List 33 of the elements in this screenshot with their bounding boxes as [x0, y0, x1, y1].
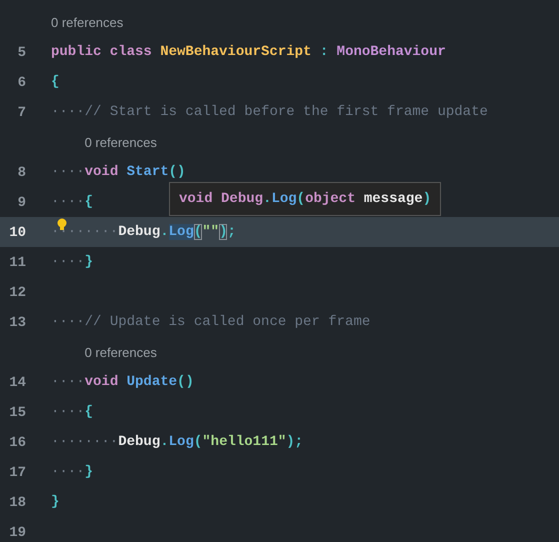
line-number: 9	[18, 195, 26, 211]
line-number: 16	[9, 435, 26, 451]
line-number: 13	[9, 315, 26, 331]
code-line: ····}	[51, 463, 94, 482]
line-number: 15	[9, 405, 26, 421]
line-number: 6	[18, 75, 26, 91]
codelens-link[interactable]: 0 references	[51, 14, 124, 30]
code-line: ········Debug.Log("hello111");	[51, 433, 304, 452]
line-number: 11	[9, 255, 26, 271]
code-line: ········Debug.Log("");	[51, 223, 236, 242]
line-number: 14	[9, 375, 26, 391]
code-line: ····{	[51, 193, 94, 212]
signature-tooltip: void Debug.Log(object message)	[169, 182, 442, 216]
code-line: ····{	[51, 403, 94, 422]
line-number: 7	[18, 105, 26, 121]
code-line: ····// Start is called before the first frame update	[51, 103, 488, 122]
code-line: ····}	[51, 253, 94, 272]
code-line: ····// Update is called once per frame	[51, 313, 370, 332]
code-line: }	[51, 493, 60, 512]
line-number: 8	[18, 165, 26, 181]
codelens-link[interactable]: 0 references	[84, 134, 157, 150]
code-line: ····void Start()	[51, 163, 186, 182]
lightbulb-icon[interactable]	[57, 218, 67, 232]
line-number: 5	[18, 45, 26, 61]
line-number: 17	[9, 465, 26, 481]
line-number: 19	[9, 525, 26, 541]
codelens-link[interactable]: 0 references	[84, 344, 157, 360]
code-line: public class NewBehaviourScript : MonoBehaviour	[51, 43, 446, 62]
line-number: 18	[9, 495, 26, 511]
code-line: {	[51, 73, 60, 92]
line-number: 10	[9, 225, 26, 241]
line-number: 12	[9, 285, 26, 301]
code-line: ····void Update()	[51, 373, 194, 392]
